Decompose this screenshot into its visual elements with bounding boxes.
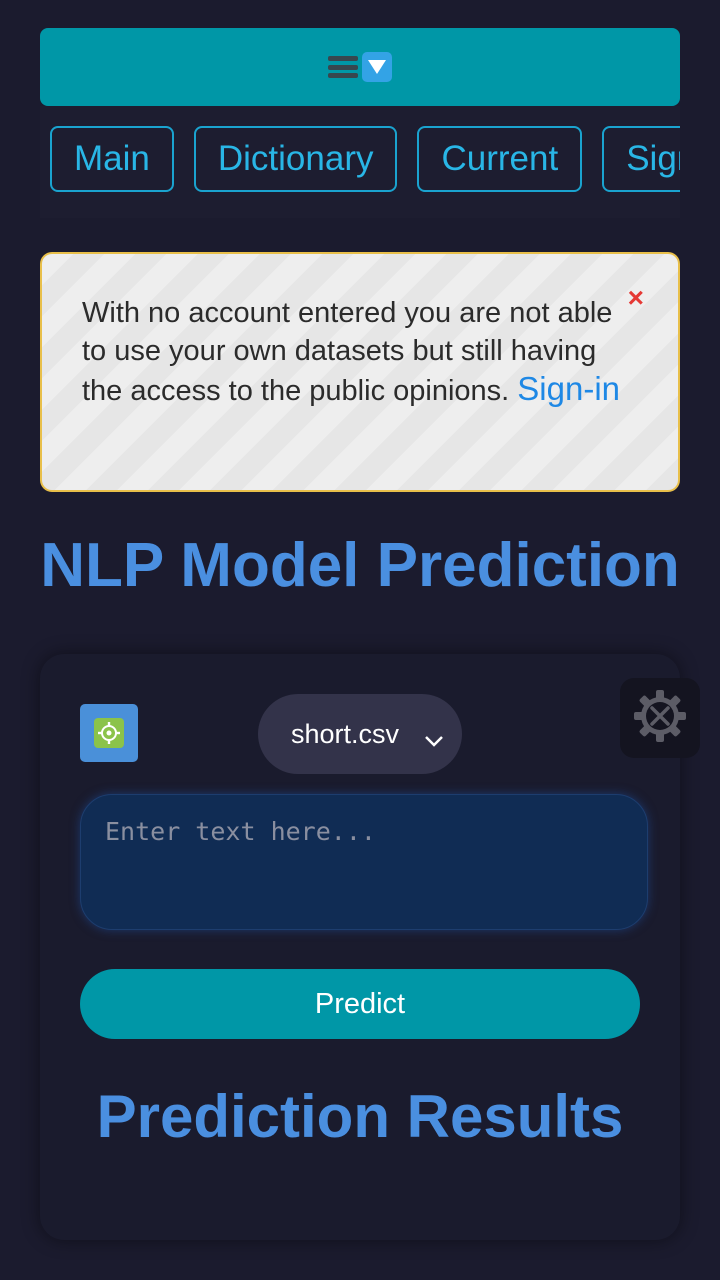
dataset-select[interactable]: short.csv (258, 694, 462, 774)
prediction-card: short.csv Enter text here... Predict Pre… (40, 654, 680, 1240)
text-input-placeholder: Enter text here... (105, 817, 376, 846)
model-settings-button[interactable] (80, 704, 138, 762)
tab-main[interactable]: Main (50, 126, 174, 192)
arrow-down-icon[interactable] (362, 52, 392, 82)
alert-message: With no account entered you are not able… (82, 294, 630, 410)
nav-tabs: Main Dictionary Current Sign (40, 106, 680, 218)
sign-in-alert: With no account entered you are not able… (40, 252, 680, 492)
dataset-select-value: short.csv (291, 718, 400, 749)
sign-in-link[interactable]: Sign-in (517, 370, 620, 407)
results-title: Prediction Results (96, 1083, 624, 1150)
nav-track: Main Dictionary Current Sign (50, 126, 680, 192)
top-bar (40, 28, 680, 106)
tools-settings-button[interactable] (620, 678, 700, 758)
tab-dictionary[interactable]: Dictionary (193, 126, 398, 192)
close-icon[interactable]: × (628, 284, 644, 312)
page-title: NLP Model Prediction (40, 531, 680, 600)
tab-current[interactable]: Current (417, 126, 583, 192)
predict-button[interactable]: Predict (80, 969, 640, 1039)
chevron-down-icon (424, 724, 444, 755)
gear-icon (94, 718, 124, 748)
text-input[interactable]: Enter text here... (80, 794, 648, 930)
tab-sign[interactable]: Sign (602, 126, 680, 192)
hamburger-icon[interactable] (328, 54, 358, 80)
settings-tools-icon (632, 688, 688, 749)
